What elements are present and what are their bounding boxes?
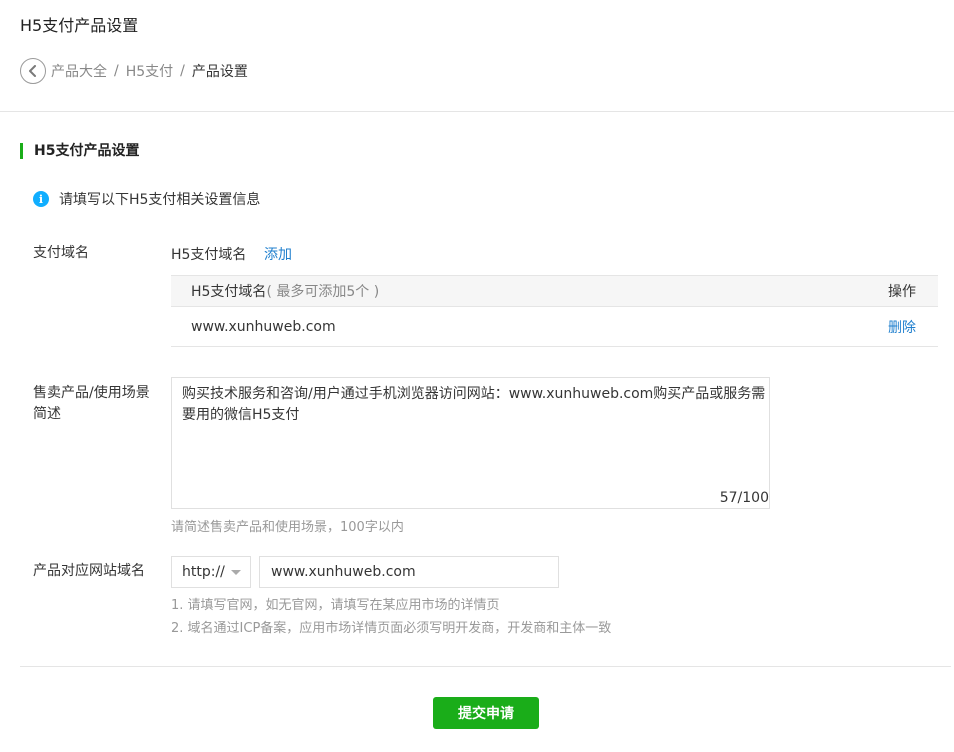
chevron-left-icon — [29, 65, 36, 77]
website-hint-1: 1. 请填写官网，如无官网，请填写在某应用市场的详情页 — [171, 598, 500, 613]
header-divider — [0, 111, 954, 112]
domain-cell: www.xunhuweb.com — [191, 318, 336, 335]
notice-text: 请填写以下H5支付相关设置信息 — [59, 192, 261, 208]
description-text: 购买技术服务和咨询/用户通过手机浏览器访问网站：www.xunhuweb.com… — [182, 386, 766, 423]
section-title: H5支付产品设置 — [20, 143, 139, 159]
table-row: www.xunhuweb.com 删除 — [171, 307, 938, 347]
col-domain-header: H5支付域名( 最多可添加5个 ) — [191, 284, 380, 300]
back-button[interactable] — [20, 58, 46, 84]
submit-button[interactable]: 提交申请 — [433, 697, 539, 729]
add-domain-link[interactable]: 添加 — [264, 244, 292, 264]
website-url-value: www.xunhuweb.com — [271, 564, 416, 580]
pay-domain-label: 支付域名 — [33, 245, 89, 261]
description-textarea[interactable]: 购买技术服务和咨询/用户通过手机浏览器访问网站：www.xunhuweb.com… — [171, 377, 770, 509]
website-label: 产品对应网站域名 — [33, 563, 145, 579]
protocol-value: http:// — [182, 564, 225, 580]
website-hint-2: 2. 域名通过ICP备案，应用市场详情页面必须写明开发商，开发商和主体一致 — [171, 621, 612, 636]
domain-table-header: H5支付域名( 最多可添加5个 ) 操作 — [171, 276, 938, 307]
website-url-input[interactable]: www.xunhuweb.com — [259, 556, 559, 588]
breadcrumb-item-h5pay[interactable]: H5支付 — [126, 61, 173, 81]
description-hint: 请简述售卖产品和使用场景，100字以内 — [171, 520, 404, 535]
breadcrumb-separator: / — [114, 63, 119, 79]
description-label: 售卖产品/使用场景 简述 — [33, 385, 150, 422]
footer-divider — [20, 666, 951, 667]
char-counter: 57/100 — [719, 490, 769, 506]
breadcrumb-item-current: 产品设置 — [191, 64, 248, 80]
caret-down-icon — [231, 570, 241, 575]
pay-domain-title: H5支付域名 — [171, 247, 247, 263]
breadcrumb: 产品大全 / H5支付 / 产品设置 — [20, 58, 248, 84]
breadcrumb-item-products[interactable]: 产品大全 — [51, 61, 107, 81]
delete-domain-link[interactable]: 删除 — [888, 317, 916, 337]
protocol-select[interactable]: http:// — [171, 556, 251, 588]
col-domain-hint: ( 最多可添加5个 ) — [266, 284, 380, 300]
notice-bar: i 请填写以下H5支付相关设置信息 — [33, 189, 260, 209]
col-action-header: 操作 — [888, 284, 916, 300]
breadcrumb-separator: / — [180, 63, 185, 79]
page-title: H5支付产品设置 — [20, 16, 139, 35]
domain-table: H5支付域名( 最多可添加5个 ) 操作 www.xunhuweb.com 删除 — [171, 275, 938, 347]
info-icon: i — [33, 191, 49, 207]
